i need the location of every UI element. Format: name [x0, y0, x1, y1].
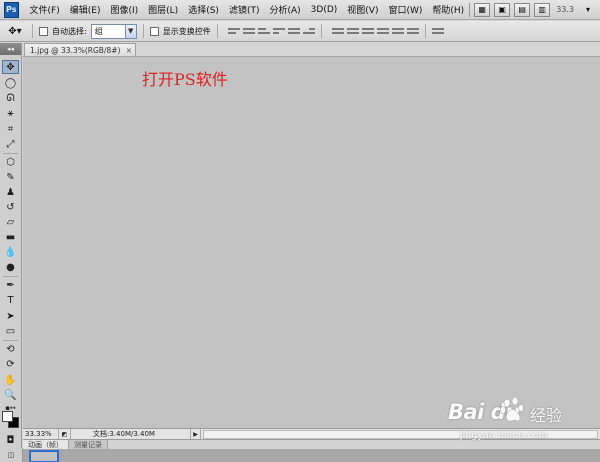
photoshop-logo-icon: Ps	[4, 1, 19, 18]
menu-bar-right: ▦ ▣ ▤ ▥ 33.3 ▾	[469, 2, 600, 17]
chevron-down-icon[interactable]: ▾	[580, 3, 596, 17]
align-buttons	[227, 25, 315, 37]
align-right-icon[interactable]	[302, 25, 315, 37]
close-icon[interactable]: ×	[126, 46, 135, 55]
divider	[3, 340, 18, 341]
quick-mask-icon[interactable]: ◘	[2, 433, 19, 447]
panel-collapse-icon[interactable]: ◫	[0, 448, 23, 462]
marquee-tool-icon[interactable]: ◯	[2, 76, 19, 90]
divider	[216, 24, 218, 38]
shape-tool-icon[interactable]: ▭	[2, 324, 19, 338]
menu-edit[interactable]: 编辑(E)	[65, 3, 106, 16]
tab-animation[interactable]: 动画（帧）	[23, 440, 69, 449]
divider	[320, 24, 322, 38]
divider	[3, 153, 18, 154]
tools-panel-grip[interactable]: ◂◂	[0, 43, 21, 55]
arrange-documents-icon[interactable]: ▥	[534, 2, 551, 17]
launch-bridge-icon[interactable]: ▦	[474, 2, 491, 17]
path-selection-tool-icon[interactable]: ➤	[2, 309, 19, 323]
menu-select[interactable]: 选择(S)	[183, 3, 224, 16]
align-hcenter-icon[interactable]	[287, 25, 300, 37]
divider	[424, 24, 426, 38]
eraser-tool-icon[interactable]: ▱	[2, 215, 19, 229]
document-tab[interactable]: 1.jpg @ 33.3%(RGB/8#) ×	[24, 43, 136, 56]
menu-view[interactable]: 视图(V)	[342, 3, 383, 16]
distribute-right-icon[interactable]	[406, 25, 419, 37]
menu-layer[interactable]: 图层(L)	[143, 3, 183, 16]
canvas-annotation-text: 打开PS软件	[142, 70, 228, 89]
status-menu-arrow-icon[interactable]: ▶	[191, 429, 201, 439]
menu-bar: Ps 文件(F) 编辑(E) 图像(I) 图层(L) 选择(S) 滤镜(T) 分…	[0, 0, 600, 20]
jingyan-brand-text: 经验	[530, 406, 563, 425]
baidu-jingyan-watermark: Bai du 经验 jingyan.baidu.com	[448, 396, 598, 458]
options-bar: ✥▾ 自动选择: 组 ▼ 显示变换控件	[0, 21, 600, 42]
distribute-top-icon[interactable]	[331, 25, 344, 37]
distribute-buttons	[331, 25, 419, 37]
tools-panel: ◂◂ ✥ ◯ ᘏ ⚹ ⌗ ⤢ ⬡ ✎ ♟ ↺ ▱ ▬ 💧 ● ✒ T ➤ ▭ ⟲…	[0, 43, 22, 448]
menu-filter[interactable]: 滤镜(T)	[224, 3, 265, 16]
launch-minibridge-icon[interactable]: ▣	[494, 2, 511, 17]
align-top-icon[interactable]	[227, 25, 240, 37]
menu-help[interactable]: 帮助(H)	[427, 3, 469, 16]
menu-3d[interactable]: 3D(D)	[306, 5, 343, 15]
divider	[142, 24, 144, 38]
tab-measurement-log[interactable]: 测量记录	[69, 440, 108, 449]
zoom-level[interactable]: 33.3	[554, 5, 576, 14]
distribute-vcenter-icon[interactable]	[346, 25, 359, 37]
move-tool-icon[interactable]: ✥	[2, 60, 19, 74]
auto-select-value: 组	[94, 26, 103, 36]
divider	[32, 24, 33, 38]
auto-align-layers-icon[interactable]	[431, 25, 444, 37]
baidu-paw-icon	[500, 396, 524, 422]
move-tool-preset-icon[interactable]: ✥▾	[4, 23, 26, 39]
eyedropper-tool-icon[interactable]: ⤢	[2, 137, 19, 151]
pen-tool-icon[interactable]: ✒	[2, 278, 19, 292]
3d-orbit-tool-icon[interactable]: ⟳	[2, 357, 19, 371]
hand-tool-icon[interactable]: ✋	[2, 373, 19, 387]
distribute-left-icon[interactable]	[376, 25, 389, 37]
document-canvas[interactable]	[23, 56, 600, 428]
auto-select-dropdown[interactable]: 组 ▼	[90, 23, 137, 39]
menu-image[interactable]: 图像(I)	[105, 3, 143, 16]
clone-stamp-tool-icon[interactable]: ♟	[2, 185, 19, 199]
auto-select-label: 自动选择:	[52, 26, 87, 36]
blur-tool-icon[interactable]: 💧	[2, 245, 19, 259]
animation-frame-thumbnail[interactable]	[29, 450, 59, 462]
distribute-bottom-icon[interactable]	[361, 25, 374, 37]
foreground-color-swatch[interactable]	[2, 411, 13, 422]
distribute-hcenter-icon[interactable]	[391, 25, 404, 37]
history-brush-tool-icon[interactable]: ↺	[2, 200, 19, 214]
3d-rotate-tool-icon[interactable]: ⟲	[2, 342, 19, 356]
chevron-down-icon: ▼	[124, 24, 136, 38]
magic-wand-tool-icon[interactable]: ⚹	[2, 106, 19, 120]
zoom-tool-icon[interactable]: 🔍	[2, 388, 19, 402]
dodge-tool-icon[interactable]: ●	[2, 260, 19, 274]
auto-select-checkbox[interactable]	[39, 26, 48, 36]
align-vcenter-icon[interactable]	[242, 25, 255, 37]
crop-tool-icon[interactable]: ⌗	[2, 122, 19, 136]
divider	[469, 2, 471, 17]
document-tab-label: 1.jpg @ 33.3%(RGB/8#)	[30, 45, 121, 55]
menu-file[interactable]: 文件(F)	[25, 3, 65, 16]
show-transform-label: 显示变换控件	[162, 26, 211, 36]
healing-brush-tool-icon[interactable]: ⬡	[2, 155, 19, 169]
divider	[3, 276, 18, 277]
view-extras-icon[interactable]: ▤	[514, 2, 531, 17]
menu-analysis[interactable]: 分析(A)	[264, 3, 305, 16]
watermark-url: jingyan.baidu.com	[460, 430, 548, 441]
menu-window[interactable]: 窗口(W)	[383, 3, 427, 16]
type-tool-icon[interactable]: T	[2, 293, 19, 307]
brush-tool-icon[interactable]: ✎	[2, 170, 19, 184]
show-transform-checkbox[interactable]	[149, 26, 159, 36]
status-zoom[interactable]: 33.33%	[23, 429, 59, 439]
align-bottom-icon[interactable]	[257, 25, 270, 37]
status-doc-info: 文档:3.40M/3.40M	[71, 429, 191, 439]
status-options-icon[interactable]: ◩	[59, 429, 71, 439]
lasso-tool-icon[interactable]: ᘏ	[2, 91, 19, 105]
align-left-icon[interactable]	[272, 25, 285, 37]
gradient-tool-icon[interactable]: ▬	[2, 230, 19, 244]
